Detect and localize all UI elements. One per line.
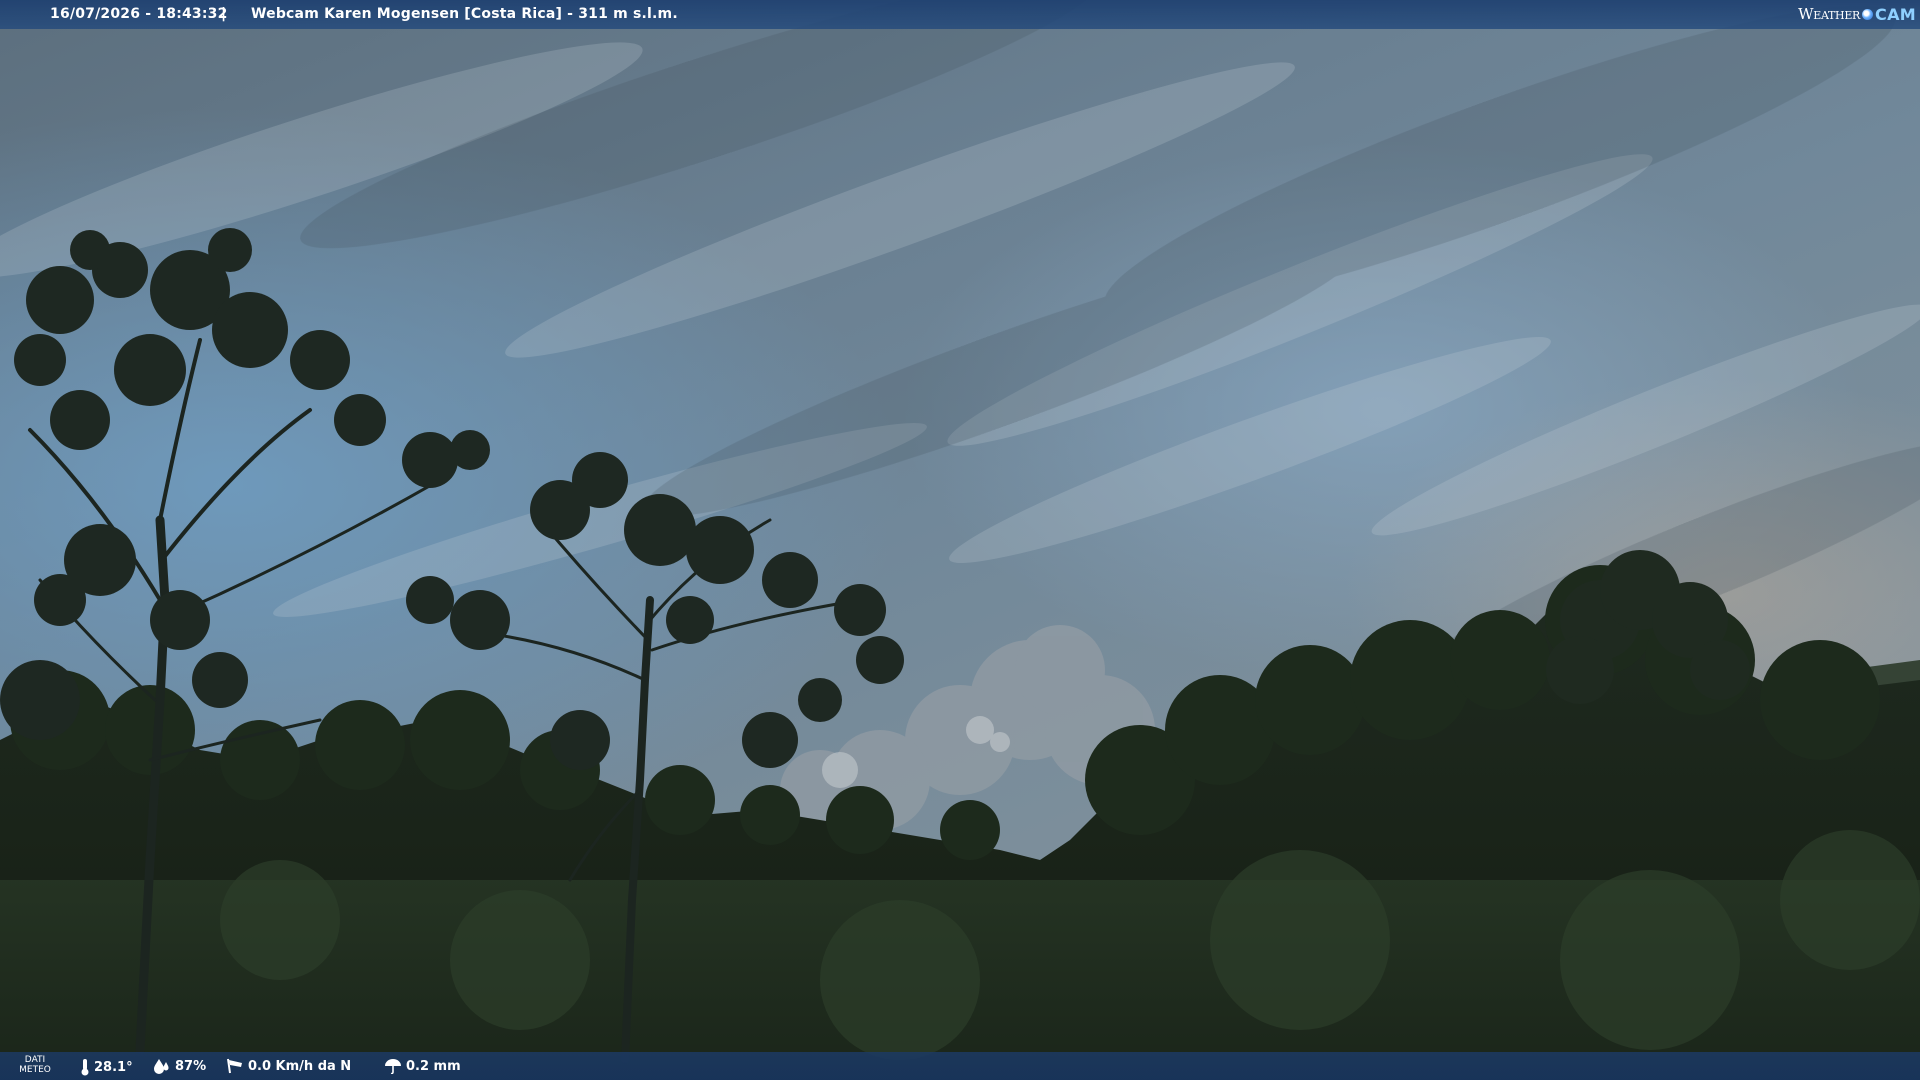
- thermometer-icon: [81, 1059, 89, 1076]
- globe-dot-icon: [1862, 8, 1874, 20]
- humidity-drop-icon: [154, 1059, 169, 1074]
- webcam-view: 16/07/2026 - 18:43:32 | Webcam Karen Mog…: [0, 0, 1920, 1080]
- humidity-reading: 87%: [153, 1058, 206, 1074]
- temperature-value: 28.1°: [94, 1059, 133, 1075]
- webcam-scene-image: [0, 0, 1920, 1080]
- rain-reading: 0.2 mm: [384, 1058, 461, 1074]
- weathercam-logo: Weather CAM: [1798, 3, 1916, 25]
- separator: |: [221, 6, 227, 22]
- brand-weather: Weather: [1798, 5, 1861, 23]
- webcam-caption: Webcam Karen Mogensen [Costa Rica] - 311…: [251, 6, 678, 22]
- rain-value: 0.2 mm: [406, 1058, 461, 1074]
- meteo-label-line1: DATI: [24, 1055, 46, 1065]
- brand-cam: CAM: [1875, 4, 1916, 24]
- temperature-reading: 28.1°: [80, 1058, 133, 1076]
- meteo-label-line2: METEO: [19, 1065, 51, 1075]
- weather-data-bar: DATI METEO 28.1° 87% 0.0 Km/h da N 0.2 m…: [0, 1052, 1920, 1080]
- rain-umbrella-icon: [385, 1059, 401, 1074]
- meteo-label: DATI METEO: [18, 1055, 52, 1075]
- wind-sock-icon: [227, 1058, 242, 1074]
- wind-reading: 0.0 Km/h da N: [226, 1058, 351, 1074]
- wind-value: 0.0 Km/h da N: [248, 1058, 352, 1074]
- humidity-value: 87%: [175, 1058, 207, 1074]
- timestamp: 16/07/2026 - 18:43:32: [50, 6, 228, 22]
- top-info-bar: 16/07/2026 - 18:43:32 | Webcam Karen Mog…: [0, 0, 1920, 29]
